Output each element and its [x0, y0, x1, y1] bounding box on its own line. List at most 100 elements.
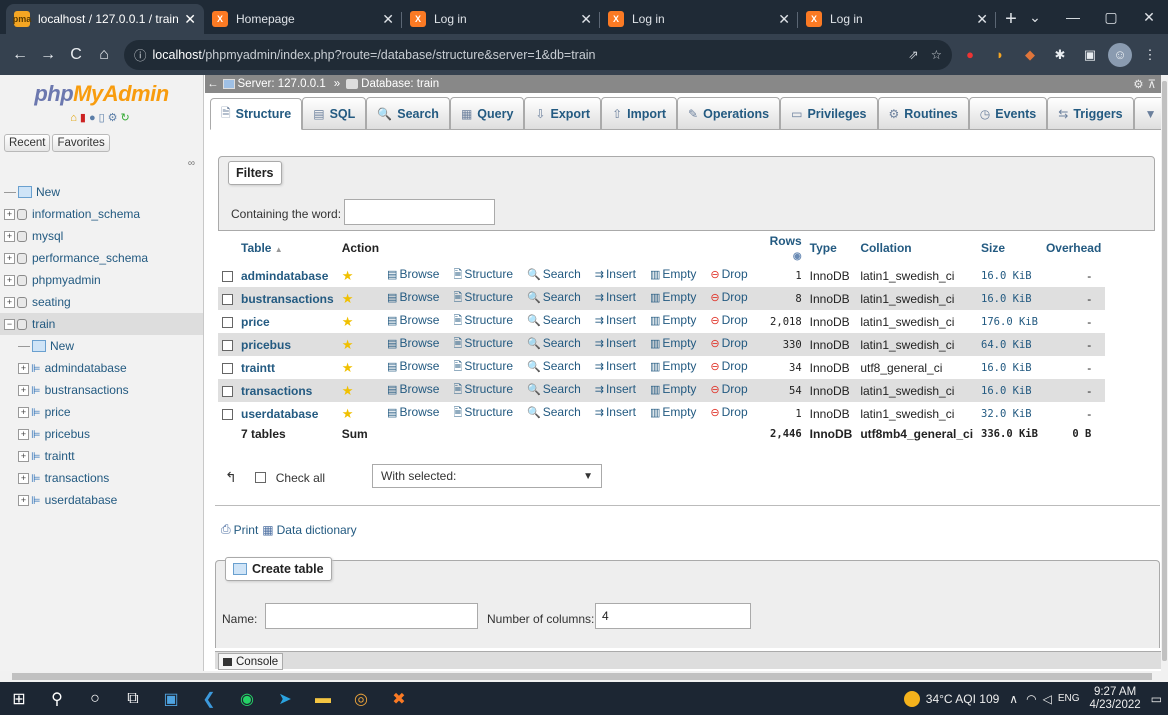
browse-action[interactable]: ▤ Browse	[387, 336, 446, 350]
table-name-input[interactable]	[265, 603, 478, 629]
windows-start-icon[interactable]: ⊞	[0, 682, 38, 715]
expand-icon[interactable]: +	[4, 296, 15, 308]
insert-action[interactable]: ⇉ Insert	[595, 267, 643, 281]
tab-events[interactable]: ◷ Events	[968, 97, 1048, 129]
reload-icon[interactable]: C	[62, 46, 90, 64]
expand-icon[interactable]: +	[18, 406, 29, 418]
minimize-button[interactable]: —	[1054, 9, 1092, 25]
table-name[interactable]: bustransactions	[237, 287, 338, 310]
browser-tab[interactable]: X Log in ✕	[600, 4, 798, 34]
table-size[interactable]: 176.0 KiB	[977, 310, 1042, 333]
store-icon[interactable]: ▣	[152, 682, 190, 715]
nav-tree-item[interactable]: New	[0, 181, 203, 203]
tray-chevron-icon[interactable]: ∧	[1009, 692, 1018, 706]
tab-query[interactable]: ▦ Query	[449, 97, 525, 129]
empty-action[interactable]: ▥ Empty	[650, 267, 703, 281]
row-checkbox[interactable]	[222, 293, 233, 305]
table-size[interactable]: 64.0 KiB	[977, 333, 1042, 356]
drop-action[interactable]: ⊖ Drop	[710, 267, 754, 281]
chrome-menu-icon[interactable]: ⋮	[1138, 43, 1162, 67]
telegram-icon[interactable]: ➤	[266, 682, 304, 715]
drop-action[interactable]: ⊖ Drop	[710, 313, 754, 327]
tab-search[interactable]: 🔍 Search	[366, 97, 450, 129]
help-icon[interactable]: ●	[89, 112, 99, 124]
nav-tree-item[interactable]: + ⊫ traintt	[0, 445, 203, 467]
close-tab-icon[interactable]: ✕	[580, 11, 592, 28]
empty-action[interactable]: ▥ Empty	[650, 313, 703, 327]
tab-triggers[interactable]: ⇆ Triggers	[1047, 97, 1134, 129]
site-info-icon[interactable]: ⓘ	[134, 45, 147, 64]
whatsapp-icon[interactable]: ◉	[228, 682, 266, 715]
empty-action[interactable]: ▥ Empty	[650, 405, 703, 419]
filter-input[interactable]	[344, 199, 495, 225]
settings-gear-icon[interactable]: ⚙	[1133, 79, 1147, 91]
console-toggle[interactable]: Console	[218, 653, 284, 670]
expand-icon[interactable]: +	[4, 274, 15, 286]
favorite-star-icon[interactable]: ★	[342, 360, 354, 375]
phpmyadmin-logo[interactable]: phpMyAdmin	[0, 75, 203, 107]
help-icon[interactable]: ◉	[793, 251, 802, 262]
check-all-label[interactable]: Check all	[276, 471, 325, 485]
weather-text[interactable]: 34°C AQI 109	[926, 692, 1000, 706]
search-action[interactable]: 🔍 Search	[527, 313, 588, 327]
structure-action[interactable]: 🗎 Structure	[453, 267, 520, 281]
browse-action[interactable]: ▤ Browse	[387, 267, 446, 281]
structure-action[interactable]: 🗎 Structure	[453, 336, 520, 350]
url-field[interactable]: ⓘ localhost/phpmyadmin/index.php?route=/…	[124, 39, 952, 70]
docs-icon[interactable]: ▯	[99, 112, 108, 124]
cortana-icon[interactable]: ○	[76, 682, 114, 715]
browse-action[interactable]: ▤ Browse	[387, 313, 446, 327]
close-tab-icon[interactable]: ✕	[778, 11, 790, 28]
nav-tree-item[interactable]: + ⊫ price	[0, 401, 203, 423]
drop-action[interactable]: ⊖ Drop	[710, 405, 754, 419]
search-icon[interactable]: ⚲	[38, 682, 76, 715]
table-name[interactable]: traintt	[237, 356, 338, 379]
xampp-icon[interactable]: ✖	[380, 682, 418, 715]
expand-icon[interactable]: +	[18, 472, 29, 484]
structure-action[interactable]: 🗎 Structure	[453, 405, 520, 419]
row-checkbox[interactable]	[222, 270, 233, 282]
table-name[interactable]: price	[237, 310, 338, 333]
browse-action[interactable]: ▤ Browse	[387, 359, 446, 373]
empty-action[interactable]: ▥ Empty	[650, 336, 703, 350]
row-checkbox[interactable]	[222, 316, 233, 328]
close-window-button[interactable]: ✕	[1130, 9, 1168, 26]
favorite-star-icon[interactable]: ★	[342, 383, 354, 398]
browser-tab[interactable]: X Log in ✕	[402, 4, 600, 34]
collapse-icon[interactable]: ←	[207, 78, 219, 90]
settings-gear-icon[interactable]: ⚙	[108, 112, 121, 124]
home-icon[interactable]: ⌂	[70, 112, 80, 124]
clock[interactable]: 9:27 AM 4/23/2022	[1089, 686, 1140, 712]
vscode-icon[interactable]: ❮	[190, 682, 228, 715]
collapse-icon[interactable]: −	[4, 318, 15, 330]
insert-action[interactable]: ⇉ Insert	[595, 313, 643, 327]
maximize-button[interactable]: ▢	[1092, 9, 1130, 26]
profile-avatar[interactable]: ☺	[1108, 42, 1132, 67]
expand-icon[interactable]: +	[18, 428, 29, 440]
insert-action[interactable]: ⇉ Insert	[595, 359, 643, 373]
search-action[interactable]: 🔍 Search	[527, 267, 588, 281]
tab-sql[interactable]: ▤ SQL	[302, 97, 367, 129]
browse-action[interactable]: ▤ Browse	[387, 405, 446, 419]
nav-tree-item[interactable]: + phpmyadmin	[0, 269, 203, 291]
horizontal-scrollbar[interactable]	[0, 671, 1168, 682]
nav-tree-item[interactable]: − train	[0, 313, 203, 335]
expand-icon[interactable]: +	[18, 384, 29, 396]
row-checkbox[interactable]	[222, 385, 233, 397]
search-action[interactable]: 🔍 Search	[527, 336, 588, 350]
expand-icon[interactable]: +	[4, 230, 15, 242]
search-action[interactable]: 🔍 Search	[527, 405, 588, 419]
header-overhead[interactable]: Overhead	[1042, 232, 1105, 264]
close-tab-icon[interactable]: ✕	[976, 11, 988, 28]
data-dictionary-link[interactable]: Data dictionary	[277, 523, 357, 537]
language-icon[interactable]: ENG	[1058, 693, 1080, 704]
expand-icon[interactable]: +	[18, 362, 29, 374]
nav-tree-item[interactable]: + ⊫ transactions	[0, 467, 203, 489]
reload-nav-icon[interactable]: ↻	[121, 112, 133, 124]
structure-action[interactable]: 🗎 Structure	[453, 359, 520, 373]
header-size[interactable]: Size	[977, 232, 1042, 264]
favorite-star-icon[interactable]: ★	[342, 406, 354, 421]
link-with-main-panel-icon[interactable]: ∞	[0, 158, 203, 169]
notifications-icon[interactable]: ▭	[1151, 692, 1162, 706]
nav-tree-item[interactable]: + ⊫ admindatabase	[0, 357, 203, 379]
